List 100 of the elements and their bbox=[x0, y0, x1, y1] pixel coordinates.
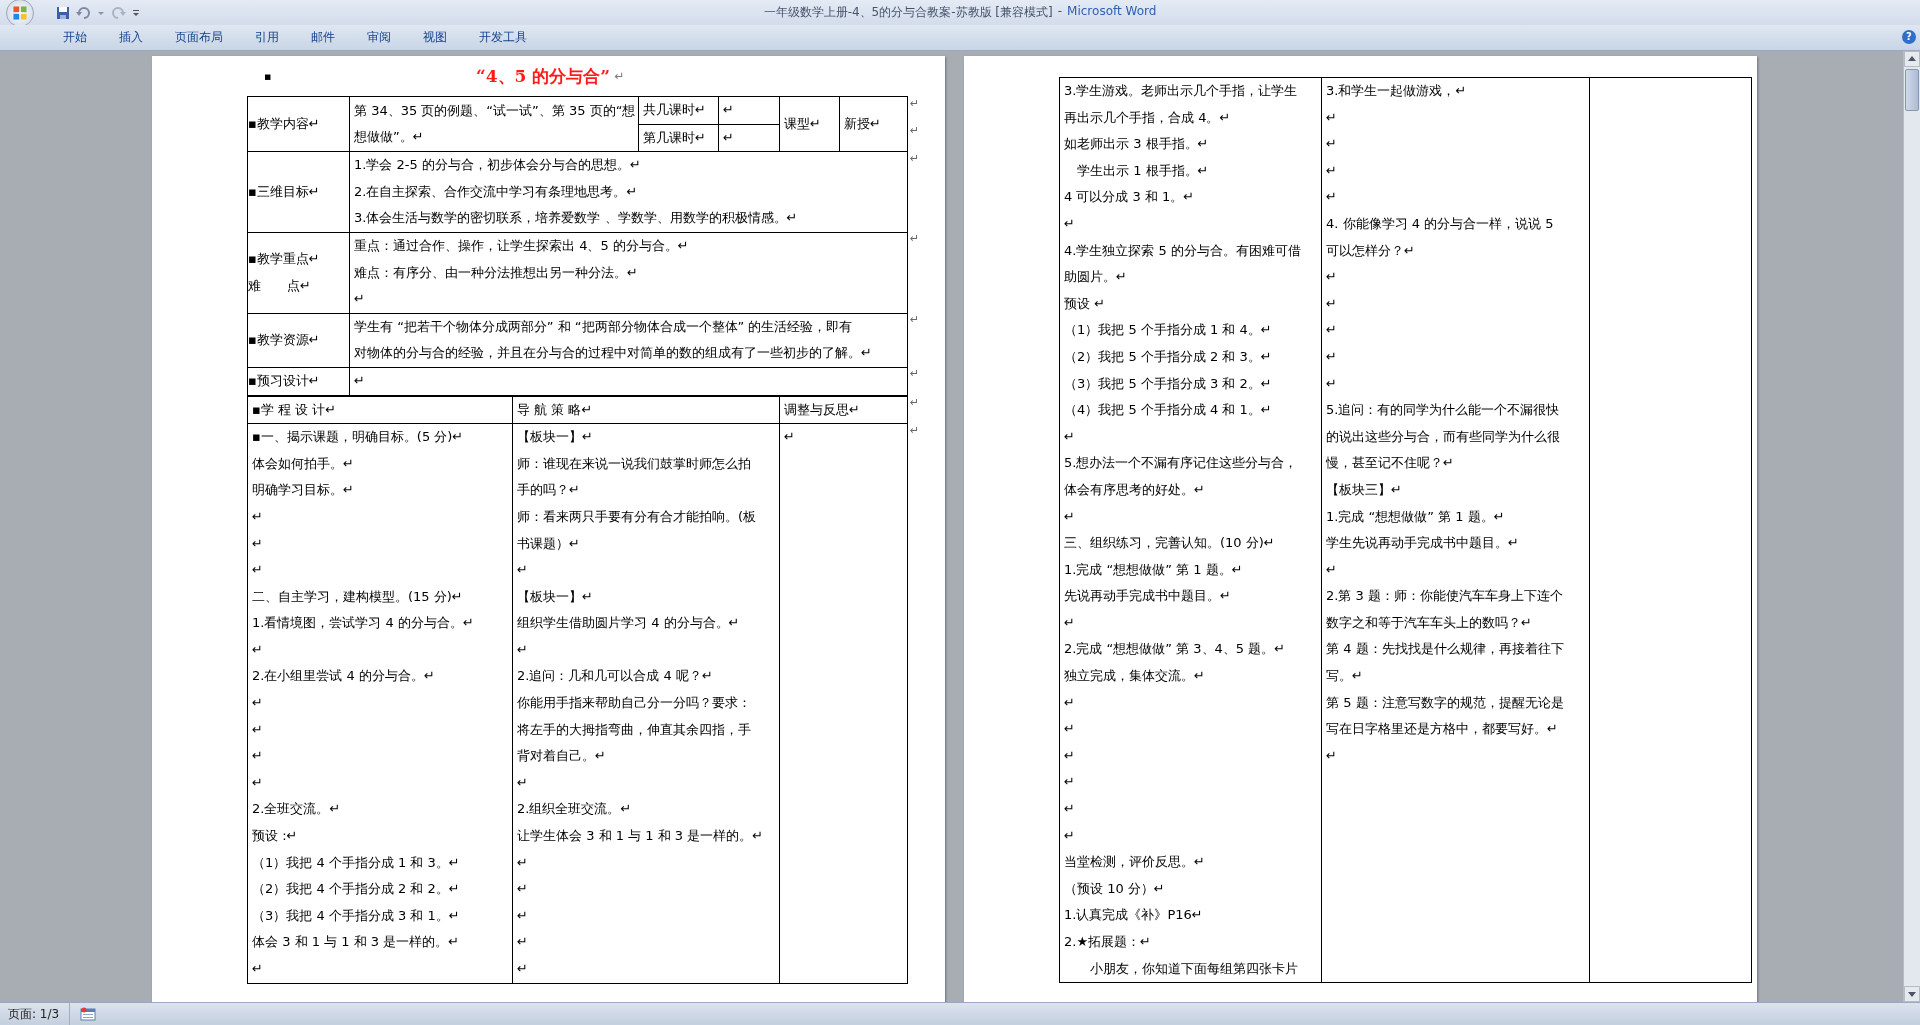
text-line: 明确学习目标。↵ bbox=[252, 481, 355, 500]
document-icon[interactable] bbox=[80, 1007, 97, 1021]
text-line: ↵ bbox=[517, 561, 529, 580]
text-line: 重点：通过合作、操作，让学生探索出 4、5 的分与合。↵ bbox=[354, 236, 690, 255]
column-header: ▪学 程 设 计↵ bbox=[252, 400, 338, 419]
undo-icon[interactable] bbox=[76, 5, 92, 20]
text-line: ↵ bbox=[1064, 613, 1076, 632]
text-line: 4 可以分成 3 和 1。↵ bbox=[1064, 188, 1196, 207]
office-button[interactable] bbox=[6, 0, 34, 27]
scroll-thumb[interactable] bbox=[1905, 69, 1919, 111]
column-header: 调整与反思↵ bbox=[784, 400, 861, 419]
text-line: 1.完成 “想想做做” 第 1 题。↵ bbox=[1326, 507, 1506, 526]
text-line: ↵ bbox=[1326, 161, 1338, 180]
text-line: 难点：有序分、由一种分法推想出另一种分法。↵ bbox=[354, 263, 639, 282]
text-line: 背对着自己。↵ bbox=[517, 747, 607, 766]
text-line: 4. 你能像学习 4 的分与合一样，说说 5 bbox=[1326, 214, 1555, 233]
text-line: 手的吗？↵ bbox=[517, 481, 581, 500]
text-line: 体会 3 和 1 与 1 和 3 是一样的。↵ bbox=[252, 933, 461, 952]
text-line: ↵ bbox=[354, 290, 366, 309]
text-line: 预设 ↵ bbox=[1064, 294, 1107, 313]
field-label: 第几课时↵ bbox=[643, 128, 707, 147]
text-line: ↵ bbox=[1064, 214, 1076, 233]
text-line: ↵ bbox=[1326, 746, 1338, 765]
text-line: 学生有 “把若干个物体分成两部分” 和 “把两部分物体合成一个整体” 的生活经验，即有 bbox=[354, 317, 854, 336]
vertical-scrollbar[interactable] bbox=[1903, 51, 1920, 1002]
field-value: ↵ bbox=[723, 101, 735, 119]
text-line: ↵ bbox=[1064, 720, 1076, 739]
text-line: （1）我把 5 个手指分成 1 和 4。↵ bbox=[1064, 321, 1273, 340]
ribbon-tab[interactable]: 插入 bbox=[106, 29, 156, 46]
bullet-mark: ▪ bbox=[264, 69, 272, 83]
text-line: ↵ bbox=[1064, 826, 1076, 845]
text-line: ↵ bbox=[1326, 135, 1338, 154]
text-line: 1.完成 “想想做做” 第 1 题。↵ bbox=[1064, 560, 1244, 579]
text-line: 助圆片。↵ bbox=[1064, 268, 1128, 287]
text-line: 【板块三】↵ bbox=[1326, 480, 1403, 499]
text-line: 如老师出示 3 根手指。↵ bbox=[1064, 135, 1210, 154]
text-line: ↵ bbox=[252, 534, 264, 553]
ribbon-tab[interactable]: 视图 bbox=[410, 29, 460, 46]
row-label: ▪三维目标↵ bbox=[248, 182, 321, 201]
text-line: 先说再动手完成书中题目。↵ bbox=[1064, 587, 1232, 606]
text-line: ↵ bbox=[252, 507, 264, 526]
text-line: ↵ bbox=[252, 773, 264, 792]
row-label: ▪教学内容↵ bbox=[248, 114, 321, 133]
page-count[interactable]: 页面: 1/3 bbox=[0, 1003, 71, 1025]
text-line: 2.完成 “想想做做” 第 3、4、5 题。↵ bbox=[1064, 640, 1287, 659]
text-line: 数字之和等于汽车车头上的数吗？↵ bbox=[1326, 613, 1533, 632]
redo-icon[interactable] bbox=[110, 5, 126, 20]
text-line: 预设 :↵ bbox=[252, 827, 299, 846]
text-line: ↵ bbox=[1326, 268, 1338, 287]
text-line: ↵ bbox=[252, 747, 264, 766]
ribbon-tab[interactable]: 开发工具 bbox=[466, 29, 540, 46]
text-line: ↵ bbox=[784, 428, 796, 447]
row-end-mark: ↵ bbox=[910, 396, 920, 410]
text-line: ↵ bbox=[1326, 108, 1338, 127]
field-label: 课型↵ bbox=[784, 114, 822, 133]
text-line: （1）我把 4 个手指分成 1 和 3。↵ bbox=[252, 853, 461, 872]
scroll-up-button[interactable] bbox=[1904, 51, 1920, 67]
text-line: 2.追问：几和几可以合成 4 呢？↵ bbox=[517, 667, 714, 686]
text-line: ↵ bbox=[1326, 560, 1338, 579]
ribbon-tab[interactable]: 审阅 bbox=[354, 29, 404, 46]
text-line: ↵ bbox=[252, 640, 264, 659]
help-button[interactable]: ? bbox=[1902, 30, 1916, 44]
text-line: 5.想办法一个不漏有序记住这些分与合， bbox=[1064, 454, 1299, 473]
save-icon[interactable] bbox=[56, 5, 70, 20]
text-line: ↵ bbox=[517, 773, 529, 792]
text-line: 书课题）↵ bbox=[517, 534, 581, 553]
text-line: 2.全班交流。↵ bbox=[252, 800, 342, 819]
text-line: 1.看情境图，尝试学习 4 的分与合。↵ bbox=[252, 614, 475, 633]
text-line: 体会有序思考的好处。↵ bbox=[1064, 480, 1206, 499]
ribbon-tab[interactable]: 引用 bbox=[242, 29, 292, 46]
text-line: ↵ bbox=[1326, 374, 1338, 393]
ribbon-tab[interactable]: 开始 bbox=[50, 29, 100, 46]
text-line: 再出示几个手指，合成 4。↵ bbox=[1064, 108, 1232, 127]
scroll-down-button[interactable] bbox=[1904, 986, 1920, 1002]
text-line: 第 5 题：注意写数字的规范，提醒无论是 bbox=[1326, 693, 1565, 712]
text-line: 当堂检测，评价反思。↵ bbox=[1064, 853, 1206, 872]
text-line: ↵ bbox=[1064, 693, 1076, 712]
text-line: ↵ bbox=[1064, 773, 1076, 792]
row-end-mark: ↵ bbox=[910, 367, 920, 381]
text-line: 师：谁现在来说一说我们鼓掌时师怎么拍 bbox=[517, 454, 752, 473]
text-line: （3）我把 5 个手指分成 3 和 2。↵ bbox=[1064, 374, 1273, 393]
row-label: ▪教学重点↵ bbox=[248, 250, 321, 269]
text-line: ↵ bbox=[517, 906, 529, 925]
text-line: 独立完成，集体交流。↵ bbox=[1064, 667, 1206, 686]
text-line: 5.追问：有的同学为什么能一个不漏很快 bbox=[1326, 401, 1561, 420]
text-line: 1.认真完成《补》P16↵ bbox=[1064, 906, 1204, 925]
ribbon-tab[interactable]: 邮件 bbox=[298, 29, 348, 46]
row-end-mark: ↵ bbox=[910, 124, 920, 138]
text-line: 的说出这些分与合，而有些同学为什么很 bbox=[1326, 427, 1561, 446]
text-line: 可以怎样分？↵ bbox=[1326, 241, 1416, 260]
text-line: ↵ bbox=[1064, 746, 1076, 765]
text-line: ▪一、揭示课题，明确目标。(5 分)↵ bbox=[252, 428, 465, 447]
text-line: 2.★拓展题：↵ bbox=[1064, 933, 1152, 951]
text-line: 二、自主学习，建构模型。(15 分)↵ bbox=[252, 587, 464, 606]
ribbon-tab[interactable]: 页面布局 bbox=[162, 29, 236, 46]
text-line: ↵ bbox=[1326, 294, 1338, 313]
row-end-mark: ↵ bbox=[910, 313, 920, 327]
text-line: （4）我把 5 个手指分成 4 和 1。↵ bbox=[1064, 401, 1273, 420]
text-line: 写在日字格里还是方格中，都要写好。↵ bbox=[1326, 720, 1559, 739]
text-line: （2）我把 4 个手指分成 2 和 2。↵ bbox=[252, 880, 461, 899]
